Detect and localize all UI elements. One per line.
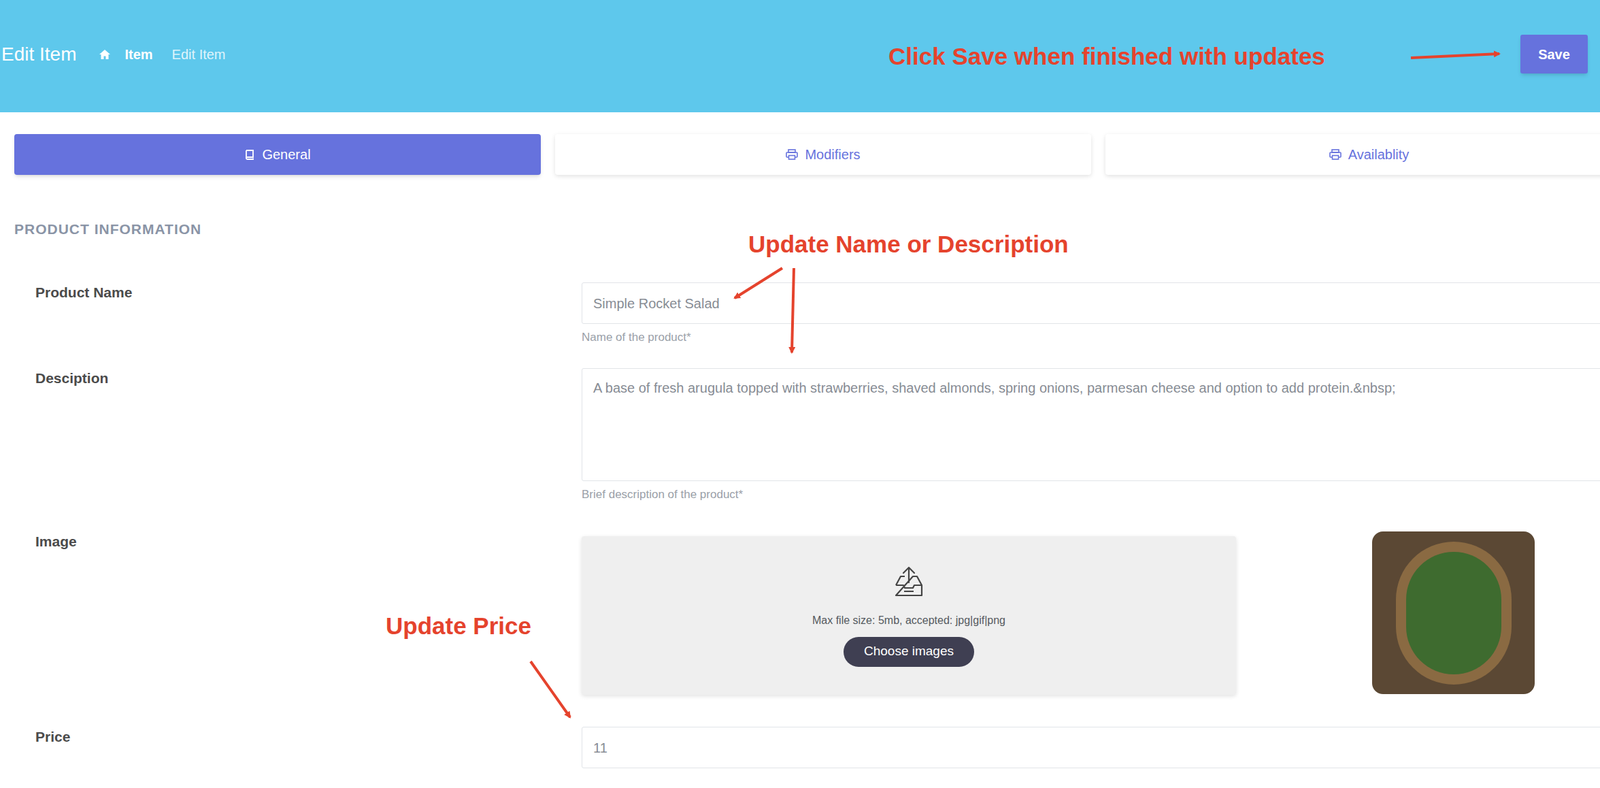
page-header: Edit Item Item Edit Item Save: [0, 0, 1600, 113]
tab-label: Modifiers: [804, 145, 860, 164]
text-field[interactable]: Simple Rocket Salad: [581, 282, 1600, 324]
field-value: Simple Rocket Salad: [593, 294, 720, 313]
form-row: Product Name Simple Rocket Salad Name of t…: [14, 282, 1600, 345]
tab-label: General: [261, 145, 311, 164]
text-field[interactable]: 11: [581, 726, 1600, 769]
textarea-field[interactable]: A base of fresh arugula topped with stra…: [581, 368, 1600, 481]
tab[interactable]: Availablity: [1105, 134, 1600, 175]
tab[interactable]: General: [14, 134, 541, 175]
annotation-arrows: [0, 0, 1600, 788]
choose-images-button[interactable]: Choose images: [843, 636, 975, 667]
annotation-arrow: [791, 268, 794, 353]
field-help: Brief description of the product*: [581, 487, 1600, 502]
field-value: A base of fresh arugula topped with stra…: [593, 380, 1396, 396]
annotation: Update Name or Description: [748, 229, 1069, 259]
field-value: 11: [593, 738, 608, 757]
form-row: Image Max file size: 5mb, accepted: jpg|g…: [14, 531, 1600, 695]
tab-icon-wrap: [785, 148, 798, 160]
field-column: A base of fresh arugula topped with stra…: [581, 368, 1600, 502]
field-help: Name of the product*: [581, 330, 1600, 345]
annotation: Click Save when finished with updates: [888, 42, 1326, 71]
tab-icon-wrap: [1329, 148, 1342, 160]
field-column: Max file size: 5mb, accepted: jpg|gif|pn…: [581, 531, 1600, 695]
tab[interactable]: Modifiers: [555, 134, 1092, 175]
breadcrumb: Item Edit Item: [98, 45, 226, 64]
bowl: [1395, 541, 1512, 685]
annotation-layer: Click Save when finished with updates Upd…: [0, 0, 1600, 788]
form-row: Desciption A base of fresh arugula topped…: [14, 368, 1600, 502]
breadcrumb-item[interactable]: Item: [124, 45, 153, 64]
tab-label: Availablity: [1348, 145, 1410, 164]
dropzone[interactable]: Max file size: 5mb, accepted: jpg|gif|pn…: [581, 536, 1237, 695]
image-field: Max file size: 5mb, accepted: jpg|gif|pn…: [581, 531, 1600, 695]
book-icon: [244, 148, 256, 160]
field-column: Simple Rocket Salad Name of the product*: [581, 282, 1600, 345]
field-label: Desciption: [14, 368, 582, 388]
product-image: [1372, 531, 1535, 694]
annotation-arrow: [1410, 53, 1500, 58]
upload-hint: Max file size: 5mb, accepted: jpg|gif|pn…: [812, 613, 1006, 628]
field-label: Image: [14, 531, 582, 552]
tab-icon-wrap: [244, 148, 256, 160]
home-icon[interactable]: [98, 48, 111, 60]
content: General Modifiers Availablity PRODUCT INFO…: [0, 134, 1600, 769]
tab-bar: General Modifiers Availablity: [14, 134, 1600, 175]
annotation-arrow: [734, 268, 783, 298]
upload-icon: [891, 564, 926, 599]
breadcrumb-item: Edit Item: [172, 45, 226, 64]
field-label: Product Name: [14, 282, 582, 303]
field-column: 11: [581, 726, 1600, 769]
field-label: Price: [14, 726, 582, 747]
form-row: Price 11: [14, 726, 1600, 769]
annotation: Update Price: [385, 611, 532, 641]
printer-icon: [1329, 148, 1342, 160]
annotation-arrow: [530, 661, 571, 718]
salad: [1406, 551, 1502, 675]
page-title: Edit Item: [1, 42, 77, 66]
printer-icon: [785, 148, 798, 160]
save-button[interactable]: Save: [1520, 34, 1588, 74]
section-title: PRODUCT INFORMATION: [14, 221, 1600, 238]
